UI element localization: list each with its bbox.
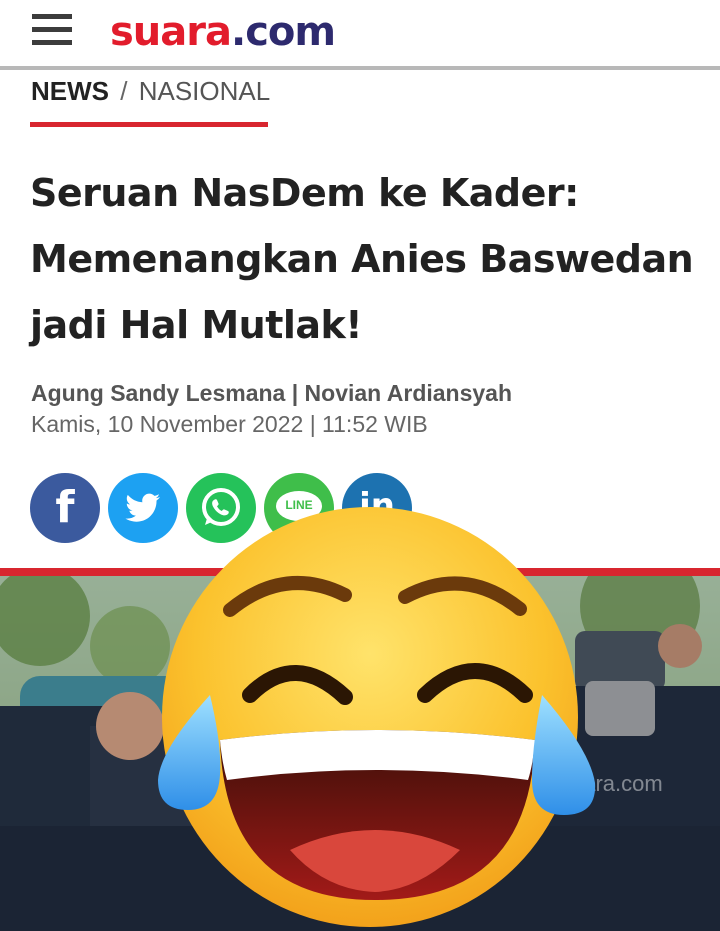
breadcrumb-nasional[interactable]: NASIONAL bbox=[139, 76, 271, 106]
article-title: Seruan NasDem ke Kader: Memenangkan Anie… bbox=[30, 171, 694, 347]
breadcrumb-separator: / bbox=[120, 76, 128, 106]
breadcrumb-news[interactable]: NEWS bbox=[31, 76, 109, 106]
hamburger-menu-icon[interactable] bbox=[32, 14, 72, 46]
logo-tld: .com bbox=[231, 9, 336, 55]
site-logo[interactable]: suara.com bbox=[110, 4, 336, 60]
breadcrumb: NEWS / NASIONAL bbox=[31, 76, 270, 106]
article-date: Kamis, 10 November 2022 | 11:52 WIB bbox=[31, 411, 428, 437]
site-header: suara.com bbox=[0, 0, 720, 66]
share-facebook-button[interactable]: f bbox=[30, 473, 100, 543]
facebook-icon: f bbox=[55, 482, 75, 533]
breadcrumb-underline bbox=[30, 122, 268, 127]
article-authors: Agung Sandy Lesmana | Novian Ardiansyah bbox=[31, 380, 513, 406]
logo-brand: suara bbox=[110, 9, 232, 55]
laughing-emoji-icon bbox=[158, 507, 596, 927]
header-divider bbox=[0, 66, 720, 70]
